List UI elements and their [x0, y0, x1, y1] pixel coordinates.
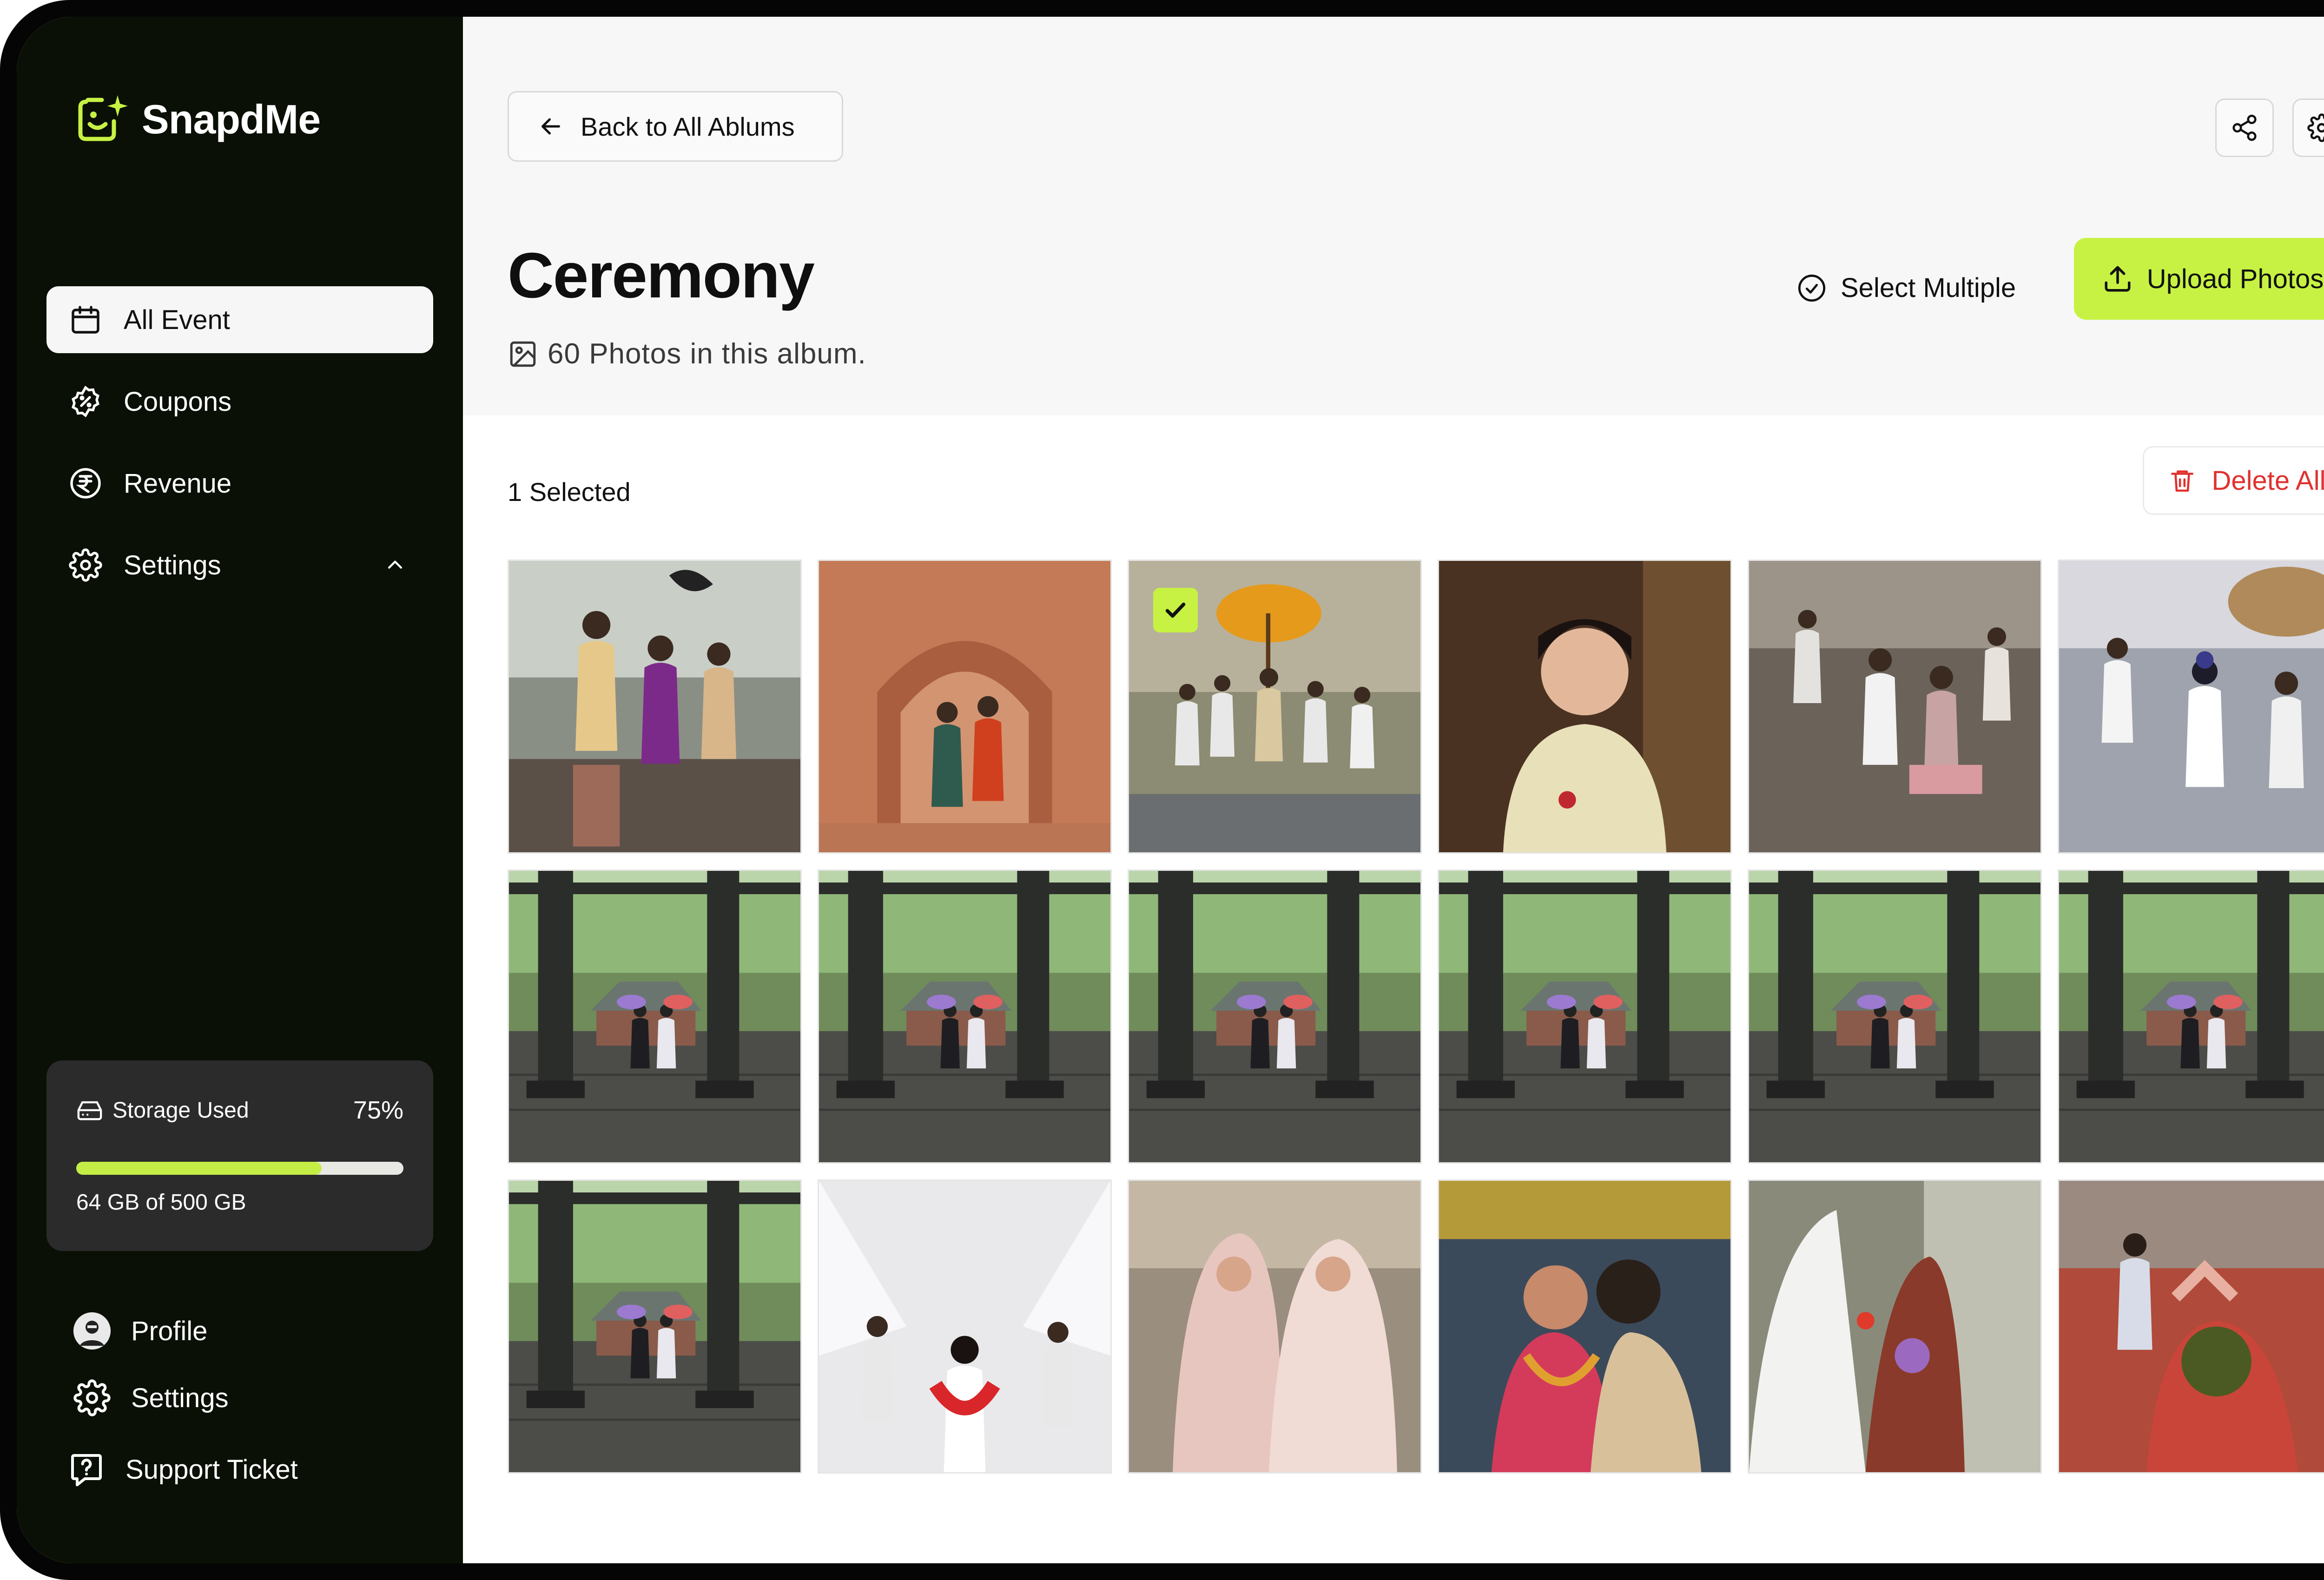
album-header: Back to All Ablums Ceremony 60 Photos in…	[463, 17, 2324, 415]
photo-tile[interactable]	[818, 560, 1112, 854]
logo-icon	[78, 95, 128, 141]
photo-tile[interactable]	[2058, 1179, 2324, 1474]
photo-count-text: 60 Photos in this album.	[548, 338, 866, 370]
album-title: Ceremony	[508, 240, 815, 311]
photo-image	[2059, 561, 2324, 852]
photo-tile[interactable]	[1748, 869, 2042, 1164]
photo-count: 60 Photos in this album.	[508, 337, 866, 370]
album-settings-button[interactable]	[2292, 99, 2324, 157]
upload-icon	[2105, 266, 2131, 292]
photo-tile[interactable]	[2058, 869, 2324, 1164]
checkmark-icon	[1165, 602, 1186, 618]
photo-tile[interactable]	[508, 560, 802, 854]
photo-tile[interactable]	[1438, 1179, 1732, 1474]
photo-tile[interactable]	[818, 869, 1112, 1164]
photo-tile[interactable]	[508, 869, 802, 1164]
main-content: Back to All Ablums Ceremony 60 Photos in…	[463, 17, 2324, 1563]
delete-all-button[interactable]: Delete All	[2143, 446, 2324, 515]
photo-image	[1749, 1181, 2040, 1472]
nav-all-event[interactable]: All Event	[46, 286, 433, 353]
app-name: SnapdMe	[142, 96, 321, 142]
share-icon	[2232, 114, 2257, 141]
storage-progress-bar	[76, 1162, 403, 1175]
nav-label: All Event	[124, 304, 230, 335]
photo-image	[1439, 1181, 1730, 1472]
photo-image	[819, 871, 1110, 1162]
gear-icon	[2307, 113, 2324, 142]
photo-tile[interactable]	[818, 1179, 1112, 1474]
nav-label: Coupons	[124, 386, 232, 417]
sidebar: SnapdMe All Event Coupons Revenue Settin…	[17, 17, 463, 1563]
nav-label: Settings	[124, 550, 221, 580]
photo-tile[interactable]	[1748, 1179, 2042, 1474]
storage-capacity: 64 GB of 500 GB	[76, 1190, 246, 1215]
storage-percent: 75%	[353, 1096, 403, 1124]
photo-image	[1749, 871, 2040, 1162]
photo-grid	[508, 560, 2324, 1474]
delete-all-label: Delete All	[2212, 465, 2324, 496]
nav-settings[interactable]: Settings	[46, 532, 433, 599]
storage-progress-fill	[76, 1162, 322, 1175]
avatar	[73, 1312, 111, 1350]
photo-tile[interactable]	[508, 1179, 802, 1474]
back-label: Back to All Ablums	[581, 112, 795, 141]
photo-tile[interactable]	[1438, 869, 1732, 1164]
photo-tile[interactable]	[1128, 560, 1422, 854]
photo-tile[interactable]	[1748, 560, 2042, 854]
photo-image	[1129, 1181, 1420, 1472]
selected-checkbox[interactable]	[1153, 588, 1198, 632]
app-screen: SnapdMe All Event Coupons Revenue Settin…	[17, 17, 2324, 1563]
photo-image	[509, 561, 800, 852]
select-multiple-button[interactable]: Select Multiple	[1797, 272, 2016, 303]
photo-tile[interactable]	[2058, 560, 2324, 854]
upload-photos-button[interactable]: Upload Photos	[2074, 238, 2324, 320]
check-circle-icon	[1798, 274, 1826, 302]
nav-profile[interactable]: Profile	[73, 1312, 207, 1350]
nav-label: Support Ticket	[125, 1454, 298, 1485]
photo-tile[interactable]	[1128, 1179, 1422, 1474]
photo-image	[819, 561, 1110, 852]
nav-label: Revenue	[124, 468, 232, 499]
photo-image	[1129, 871, 1420, 1162]
rupee-icon	[68, 466, 103, 501]
photo-image	[509, 871, 800, 1162]
photo-tile[interactable]	[1438, 560, 1732, 854]
trash-icon	[2171, 470, 2194, 492]
photo-image	[1439, 871, 1730, 1162]
hard-drive-icon	[77, 1101, 102, 1120]
selected-count: 1 Selected	[508, 477, 631, 507]
upload-label: Upload Photos	[2146, 263, 2324, 294]
help-icon	[71, 1454, 102, 1487]
app-logo[interactable]: SnapdMe	[74, 93, 321, 145]
nav-coupons[interactable]: Coupons	[46, 368, 433, 435]
gear-icon	[68, 547, 103, 583]
chevron-up-icon[interactable]	[385, 555, 405, 575]
select-multiple-label: Select Multiple	[1841, 273, 2016, 303]
photo-tile[interactable]	[1128, 869, 1422, 1164]
photo-image	[2059, 871, 2324, 1162]
share-button[interactable]	[2215, 99, 2274, 157]
nav-label: Profile	[131, 1316, 208, 1346]
photo-image	[2059, 1181, 2324, 1472]
nav-label: Settings	[131, 1382, 229, 1413]
nav-revenue[interactable]: Revenue	[46, 450, 433, 517]
back-button[interactable]: Back to All Ablums	[508, 91, 843, 162]
storage-card: Storage Used 75% 64 GB of 500 GB	[46, 1060, 433, 1251]
photo-image	[819, 1181, 1110, 1472]
nav-support-ticket[interactable]: Support Ticket	[68, 1451, 298, 1488]
coupon-icon	[68, 384, 103, 419]
photo-image	[1749, 561, 2040, 852]
nav-settings-bottom[interactable]: Settings	[73, 1379, 229, 1416]
arrow-left-icon	[541, 118, 560, 135]
image-icon	[510, 341, 536, 367]
device-frame: SnapdMe All Event Coupons Revenue Settin…	[0, 0, 2324, 1580]
photo-image	[509, 1181, 800, 1472]
gear-icon	[73, 1379, 111, 1416]
photo-image	[1439, 561, 1730, 852]
calendar-icon	[68, 302, 103, 337]
storage-label: Storage Used	[112, 1098, 249, 1123]
